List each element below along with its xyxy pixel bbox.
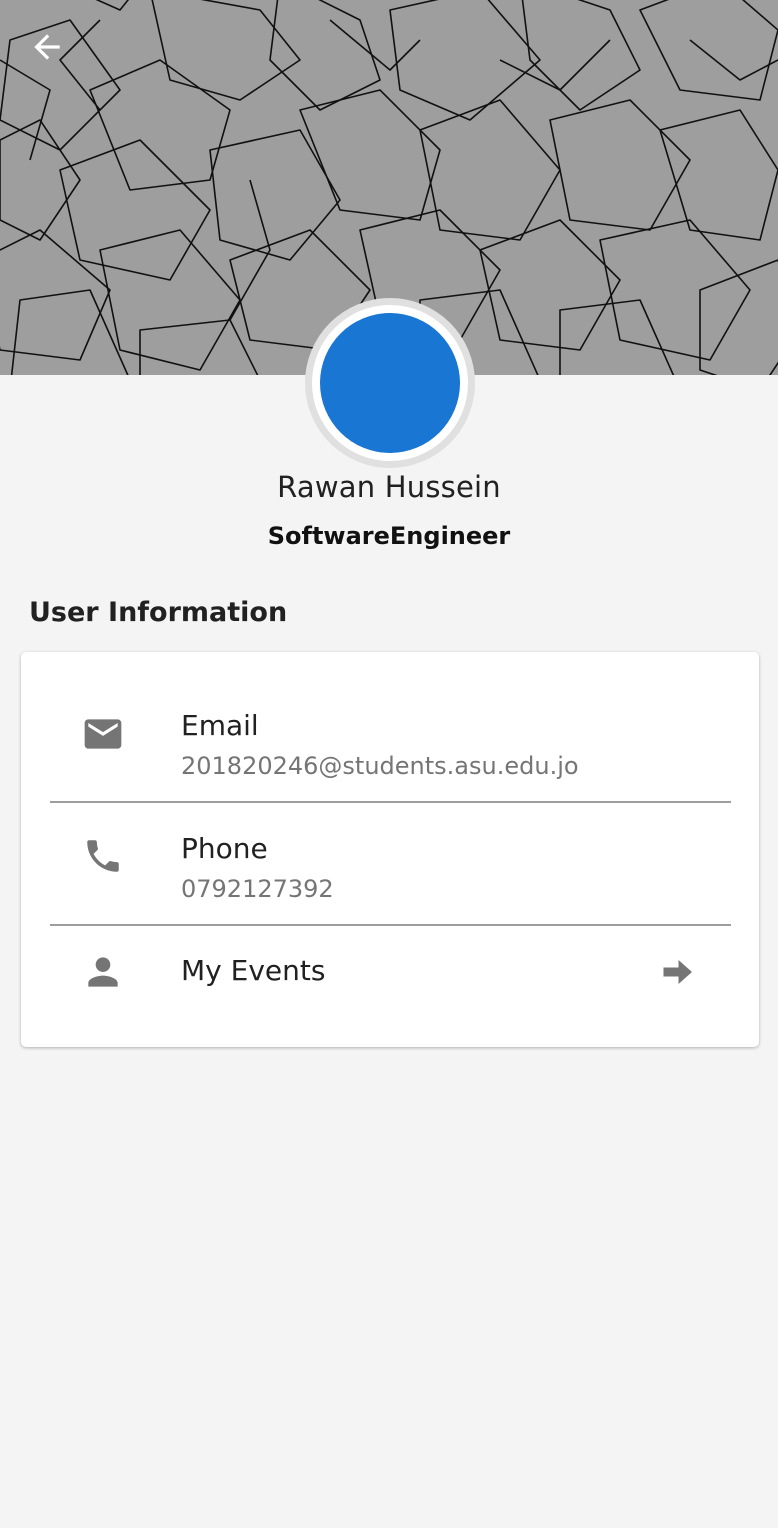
arrow-back-icon (34, 34, 60, 60)
profile-name: Rawan Hussein (277, 470, 501, 504)
phone-value: 0792127392 (181, 875, 334, 903)
profile-job-title: SoftwareEngineer (267, 522, 511, 550)
avatar[interactable] (320, 313, 460, 453)
avatar-frame (305, 298, 475, 468)
user-info-card: Email 201820246@students.asu.edu.jo Phon… (21, 652, 759, 1047)
email-row[interactable]: Email 201820246@students.asu.edu.jo (21, 652, 759, 802)
my-events-row[interactable]: My Events (21, 927, 759, 1027)
email-value: 201820246@students.asu.edu.jo (181, 752, 579, 780)
my-events-label: My Events (181, 954, 326, 987)
email-icon (81, 712, 125, 756)
section-title: User Information (29, 597, 288, 628)
email-label: Email (181, 709, 259, 742)
phone-label: Phone (181, 832, 268, 865)
back-button[interactable] (22, 22, 72, 72)
avatar-border (312, 305, 468, 461)
person-icon (81, 950, 125, 994)
divider (50, 924, 731, 926)
arrow-forward-icon[interactable] (657, 952, 697, 992)
phone-icon (81, 834, 125, 878)
divider (50, 801, 731, 803)
phone-row[interactable]: Phone 0792127392 (21, 804, 759, 924)
